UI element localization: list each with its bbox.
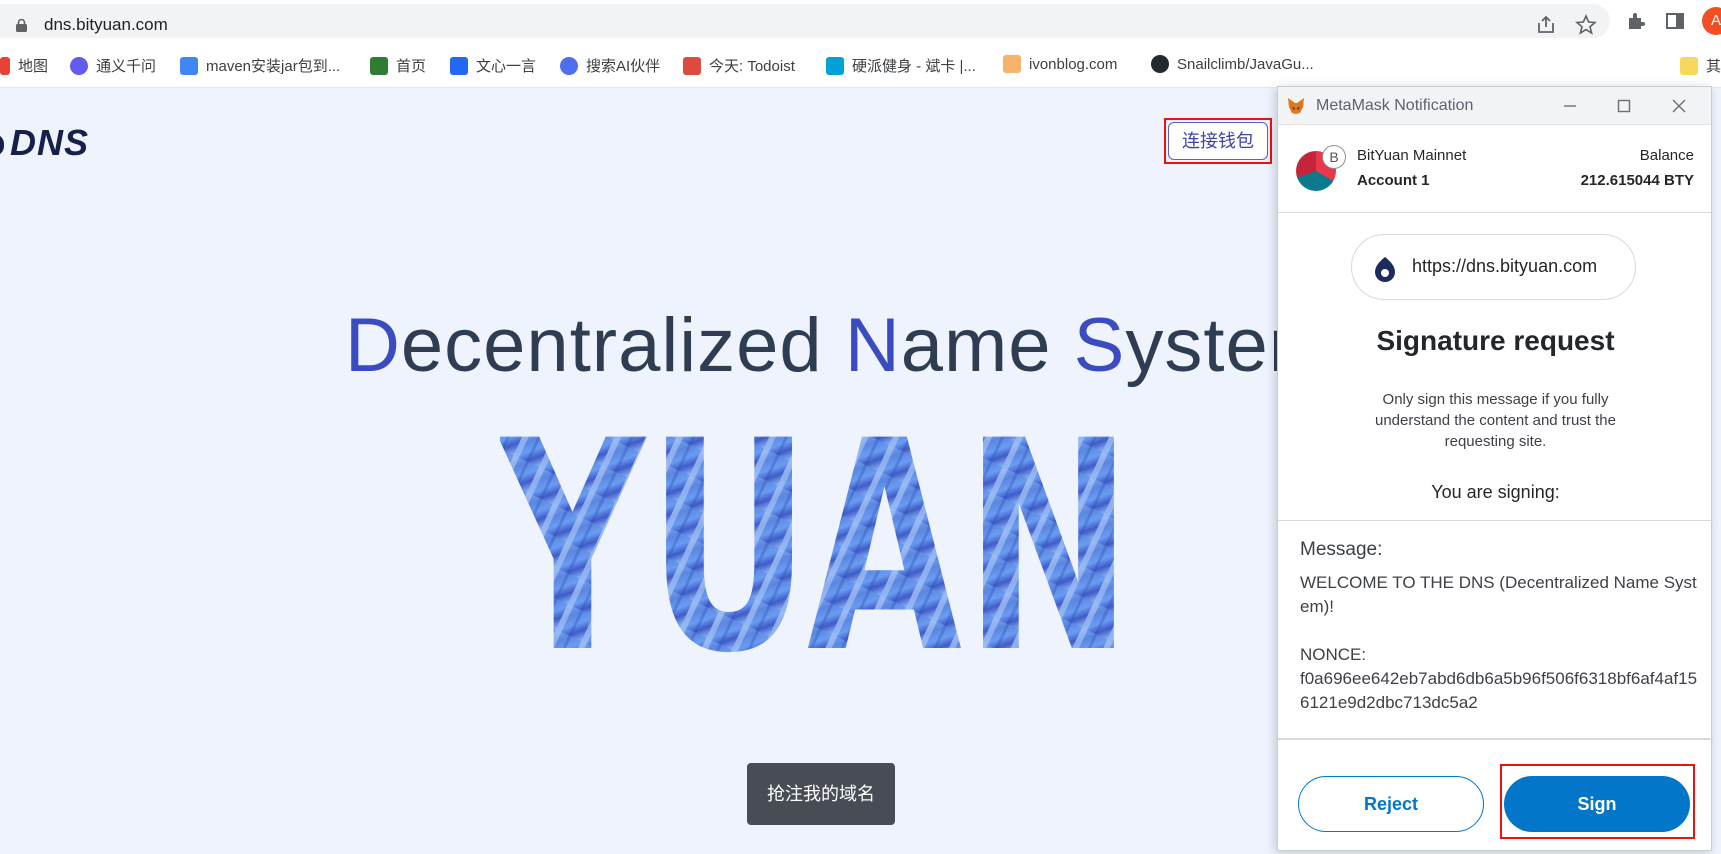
balance-value: 212.615044 BTY — [1580, 172, 1694, 189]
folder-icon — [1680, 56, 1698, 75]
metamask-popup: MetaMask Notification B BitYuan Mainnet … — [1277, 86, 1713, 852]
popup-titlebar[interactable]: MetaMask Notification — [1278, 87, 1711, 125]
signature-title: Signature request — [1376, 325, 1615, 356]
signing-label: You are signing: — [1431, 482, 1560, 502]
bookmark-github[interactable]: Snailclimb/JavaGu... — [1151, 55, 1314, 73]
minimize-icon[interactable] — [1561, 97, 1579, 115]
network-name: BitYuan Mainnet — [1357, 147, 1467, 164]
account-header: B BitYuan Mainnet Account 1 Balance 212.… — [1278, 125, 1711, 213]
star-icon[interactable] — [1575, 14, 1597, 36]
close-icon[interactable] — [1670, 97, 1688, 115]
extensions-icon[interactable] — [1625, 10, 1647, 32]
bookmark-folder[interactable]: 其 — [1680, 55, 1721, 76]
reject-button[interactable]: Reject — [1298, 776, 1484, 832]
bookmark-bilibili[interactable]: 硬派健身 - 斌卡 |... — [826, 55, 976, 76]
maximize-icon[interactable] — [1615, 97, 1633, 115]
popup-title: MetaMask Notification — [1316, 97, 1474, 114]
signature-warning: Only sign this message if you fully unde… — [1374, 391, 1616, 450]
home-icon — [370, 56, 388, 75]
message-content: WELCOME TO THE DNS (Decentralized Name S… — [1300, 573, 1698, 712]
account-name: Account 1 — [1357, 172, 1430, 189]
bookmark-home[interactable]: 首页 — [370, 55, 426, 76]
sign-button[interactable]: Sign — [1504, 776, 1690, 832]
message-panel[interactable]: Message: WELCOME TO THE DNS (Decentraliz… — [1278, 520, 1713, 739]
origin-url: https://dns.bityuan.com — [1412, 256, 1598, 276]
connect-wallet-button[interactable]: 连接钱包 — [1168, 122, 1268, 160]
address-bar[interactable]: dns.bityuan.com — [0, 4, 1610, 38]
map-icon — [0, 56, 10, 75]
metamask-fox-icon — [1288, 98, 1304, 114]
network-badge: B — [1322, 145, 1346, 169]
profile-avatar[interactable]: A — [1702, 7, 1721, 35]
github-icon — [1151, 55, 1169, 73]
bilibili-icon — [826, 56, 844, 75]
action-footer: Reject Sign — [1278, 739, 1713, 852]
tongyi-icon — [70, 56, 88, 75]
register-domain-button[interactable]: 抢注我的域名 — [747, 763, 895, 825]
svg-text:YUAN: YUAN — [500, 418, 1135, 668]
wenxin-icon — [450, 56, 468, 75]
bookmark-maven[interactable]: maven安装jar包到... — [180, 55, 340, 76]
balance-label: Balance — [1639, 147, 1694, 164]
site-favicon-icon — [1375, 257, 1395, 282]
bookmark-todoist[interactable]: 今天: Todoist — [683, 55, 795, 76]
url-text: dns.bityuan.com — [44, 15, 168, 34]
logo-mark-icon — [0, 134, 4, 157]
bookmark-ivonblog[interactable]: ivonblog.com — [1003, 55, 1117, 73]
site-origin: https://dns.bityuan.com — [1351, 234, 1636, 300]
message-label: Message: — [1300, 539, 1383, 560]
blog-icon — [1003, 55, 1021, 73]
browser-toolbar: dns.bityuan.com A — [0, 0, 1721, 42]
bookmark-ai-search[interactable]: 搜索AI伙伴 — [560, 55, 660, 76]
bookmark-map[interactable]: 地图 — [0, 55, 48, 76]
share-icon[interactable] — [1535, 14, 1557, 36]
bookmark-wenxin[interactable]: 文心一言 — [450, 55, 536, 76]
lock-icon — [16, 19, 27, 32]
bookmark-tongyi[interactable]: 通义千问 — [70, 55, 156, 76]
hero-yuan-text: YUAN — [500, 418, 1135, 668]
maven-icon — [180, 56, 198, 75]
ai-search-icon — [560, 56, 578, 75]
bookmarks-bar: 地图 通义千问 maven安装jar包到... 首页 文心一言 搜索AI伙伴 今… — [0, 42, 1721, 88]
todoist-icon — [683, 56, 701, 75]
side-panel-icon[interactable] — [1664, 10, 1686, 32]
site-logo[interactable]: DNS — [0, 122, 89, 164]
headline: Decentralized Name System — [345, 303, 1334, 388]
